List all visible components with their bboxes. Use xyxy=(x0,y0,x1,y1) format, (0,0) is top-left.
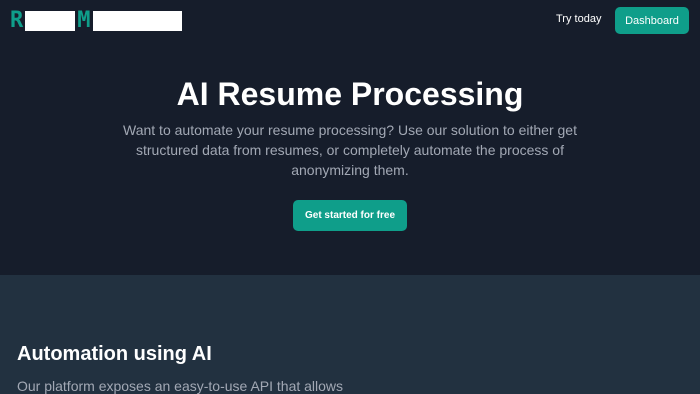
try-today-link[interactable]: Try today xyxy=(556,13,601,25)
get-started-button[interactable]: Get started for free xyxy=(293,200,407,231)
hero-subtitle: Want to automate your resume processing?… xyxy=(123,122,577,178)
section-title: Automation using AI xyxy=(17,343,212,365)
logo-redaction-block xyxy=(92,11,182,31)
automation-section: Automation using AI Our platform exposes… xyxy=(0,275,700,394)
hero-section: R M Try today Dashboard AI Resume Proces… xyxy=(0,0,700,275)
logo[interactable]: R M xyxy=(10,9,182,33)
navbar: R M Try today Dashboard xyxy=(0,0,700,42)
logo-letter-m: M xyxy=(77,8,91,33)
logo-redaction-block xyxy=(25,11,76,31)
dashboard-button[interactable]: Dashboard xyxy=(615,7,689,34)
logo-letter-r: R xyxy=(10,8,24,33)
page-title: AI Resume Processing xyxy=(176,76,524,112)
section-text: Our platform exposes an easy-to-use API … xyxy=(17,378,344,394)
